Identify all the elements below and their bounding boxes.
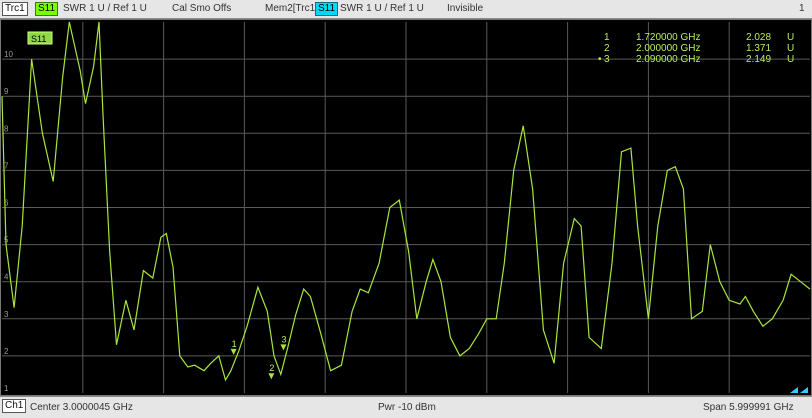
marker-2-label: 2 xyxy=(269,363,274,373)
channel-info-bar: Ch1 Center 3.0000045 GHz Pwr -10 dBm Spa… xyxy=(0,396,812,418)
marker-table-unit: U xyxy=(787,54,794,65)
marker-table-unit: U xyxy=(787,32,794,43)
marker-table-label: 1 xyxy=(604,32,610,43)
marker-table-value: 2.028 xyxy=(746,32,771,43)
marker-1-triangle xyxy=(230,348,237,355)
y-tick-label: 3 xyxy=(4,310,9,319)
scroll-indicator-icon xyxy=(790,387,798,393)
marker-3-triangle xyxy=(280,344,287,351)
frequency-span[interactable]: Span 5.999991 GHz xyxy=(703,402,794,414)
trace-label: S11 xyxy=(31,34,46,44)
trace-header-bar: Trc1 S11 SWR 1 U / Ref 1 U Cal Smo Offs … xyxy=(0,0,812,19)
diagram-area[interactable]: 10 9 8 7 6 5 4 3 2 1 S11 1 2 3 1 1.720000 GHz 2.028 U 2 2.0… xyxy=(0,19,812,396)
marker-table-freq: 1.720000 GHz xyxy=(636,32,701,43)
swr-trace-chart[interactable]: 10987654321S111231 1.720000 GHz 2.028 U2 2.0… xyxy=(0,19,812,396)
marker-table-freq: 2.090000 GHz xyxy=(636,54,701,65)
marker-table-value: 1.371 xyxy=(746,43,771,54)
marker-1-label: 1 xyxy=(232,339,237,349)
memory-state[interactable]: Invisible xyxy=(447,3,483,15)
window-number: 1 xyxy=(799,3,805,14)
y-tick-label: 10 xyxy=(4,50,13,59)
y-tick-label: 1 xyxy=(4,384,9,393)
memory-trace-tag[interactable]: Mem2[Trc1] xyxy=(265,3,318,15)
trace-format-info[interactable]: SWR 1 U / Ref 1 U xyxy=(63,3,147,15)
center-frequency[interactable]: Center 3.0000045 GHz xyxy=(30,402,133,414)
marker-table-label: 3 xyxy=(604,54,610,65)
memory-format-info[interactable]: SWR 1 U / Ref 1 U xyxy=(340,3,424,15)
marker-2-triangle xyxy=(268,373,275,380)
memory-param-tag[interactable]: S11 xyxy=(315,2,339,16)
y-tick-label: 9 xyxy=(4,87,9,96)
channel-tag[interactable]: Ch1 xyxy=(2,399,27,413)
trace-param-tag[interactable]: S11 xyxy=(35,2,59,16)
marker-table-freq: 2.000000 GHz xyxy=(636,43,701,54)
marker-3-label: 3 xyxy=(281,334,286,344)
y-tick-label: 7 xyxy=(4,161,9,170)
y-tick-label: 8 xyxy=(4,124,9,133)
y-tick-label: 2 xyxy=(4,347,9,356)
trace-status-info[interactable]: Cal Smo Offs xyxy=(172,3,231,15)
source-power[interactable]: Pwr -10 dBm xyxy=(378,402,436,414)
scroll-indicator-icon xyxy=(800,387,808,393)
marker-table-unit: U xyxy=(787,43,794,54)
active-marker-bullet: • xyxy=(598,54,602,65)
marker-table-label: 2 xyxy=(604,43,610,54)
y-tick-label: 4 xyxy=(4,273,9,282)
trace-tag[interactable]: Trc1 xyxy=(2,2,28,16)
marker-table-value: 2.149 xyxy=(746,54,771,65)
